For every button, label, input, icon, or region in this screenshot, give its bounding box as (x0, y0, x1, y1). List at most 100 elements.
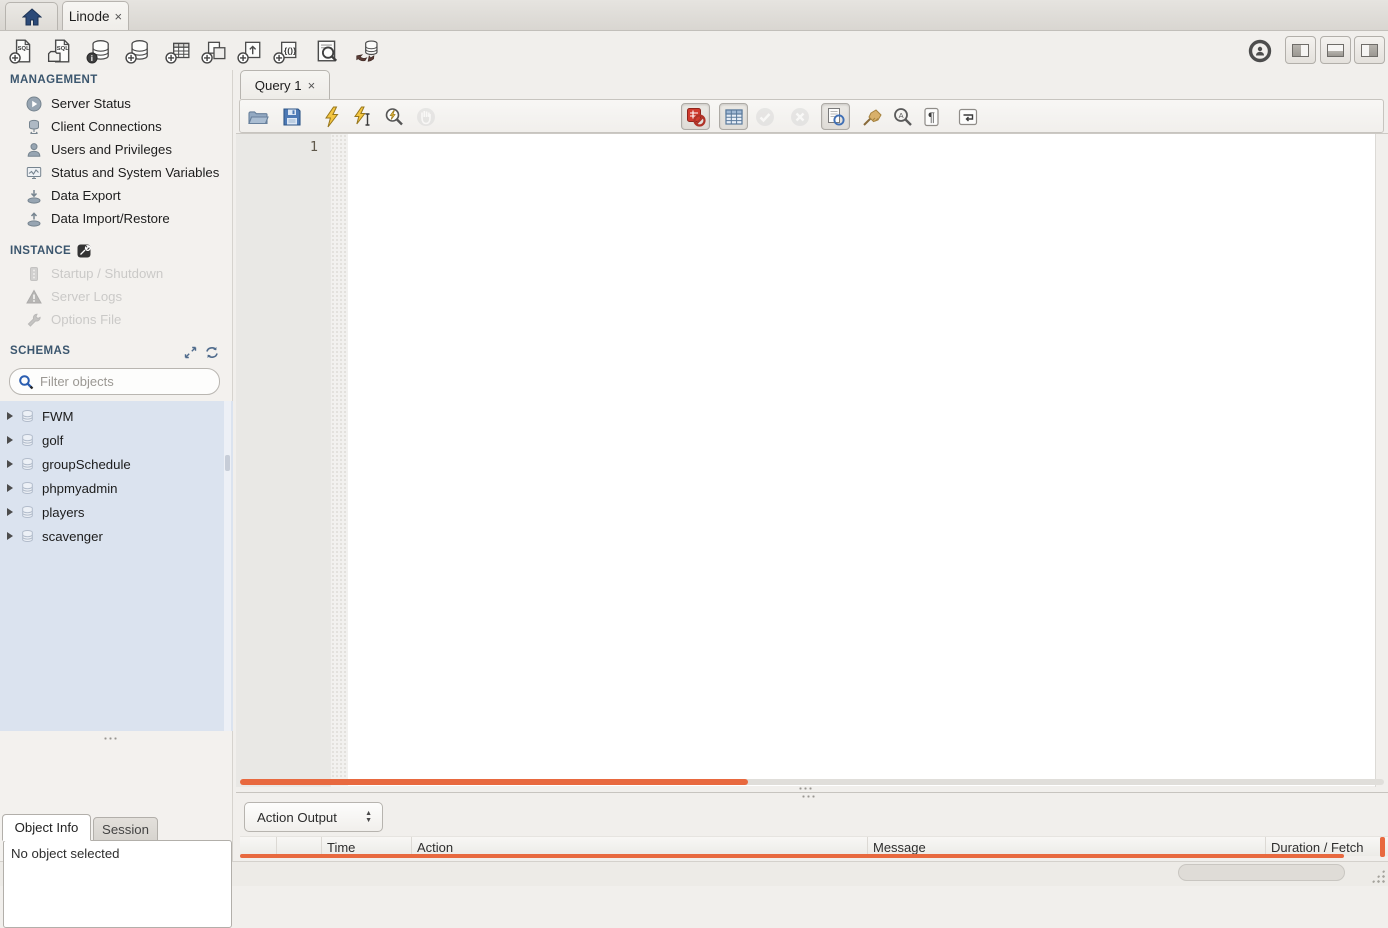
schema-icon (20, 529, 35, 544)
sql-editor[interactable]: 1 (236, 133, 1388, 786)
expander-icon[interactable] (7, 532, 13, 540)
schema-node-golf[interactable]: golf (0, 428, 233, 452)
open-file-button[interactable] (246, 106, 270, 128)
refresh-icon[interactable] (205, 346, 219, 359)
toggle-stop-on-error-button[interactable] (681, 103, 710, 130)
users-icon (26, 142, 42, 158)
tab-session[interactable]: Session (93, 817, 158, 841)
sidebar-item-label: Data Export (51, 188, 121, 203)
user-badge-icon[interactable] (1245, 36, 1275, 66)
sync-database-button[interactable] (352, 36, 382, 66)
scrollbar-thumb[interactable] (240, 779, 748, 785)
sidebar-item-label: Server Status (51, 96, 131, 111)
editor-horizontal-scrollbar[interactable] (240, 779, 1384, 785)
sidebar-item-label: Options File (51, 312, 121, 327)
schema-name: players (42, 505, 85, 520)
sidebar-item-label: Client Connections (51, 119, 162, 134)
main-toolbar: SQL SQL i {()} (0, 31, 1388, 70)
sidebar-item-data-export[interactable]: Data Export (0, 184, 233, 207)
save-button[interactable] (280, 106, 304, 128)
limit-rows-button[interactable] (719, 103, 748, 130)
sidebar-item-label: Status and System Variables (51, 165, 219, 180)
expander-icon[interactable] (7, 508, 13, 516)
client-connections-icon (26, 119, 42, 135)
expander-icon[interactable] (7, 460, 13, 468)
sidebar-item-data-import[interactable]: Data Import/Restore (0, 207, 233, 230)
schema-node-fwm[interactable]: FWM (0, 404, 233, 428)
toggle-word-wrap-button[interactable] (956, 106, 980, 128)
connection-tab[interactable]: Linode × (62, 1, 129, 30)
expander-icon[interactable] (7, 436, 13, 444)
editor-vertical-scrollbar[interactable] (1375, 134, 1388, 787)
spinner-arrows-icon: ▲▼ (365, 811, 372, 824)
output-selector-value: Action Output (257, 810, 337, 825)
output-splitter-handle-2[interactable] (801, 794, 815, 799)
execute-button[interactable] (320, 106, 344, 128)
output-selector[interactable]: Action Output ▲▼ (244, 802, 383, 832)
sidebar-item-options-file[interactable]: Options File (0, 308, 233, 331)
search-table-data-button[interactable] (312, 36, 342, 66)
schema-icon (20, 481, 35, 496)
schema-filter-input[interactable] (40, 374, 200, 389)
expand-icon[interactable] (184, 346, 197, 359)
toggle-right-panel-button[interactable] (1354, 36, 1385, 64)
open-sql-script-button[interactable]: SQL (45, 36, 75, 66)
schema-icon (20, 433, 35, 448)
output-splitter-handle[interactable] (798, 786, 812, 791)
bottom-panel-icon (1327, 44, 1344, 57)
schema-node-phpmyadmin[interactable]: phpmyadmin (0, 476, 233, 500)
rollback-button[interactable] (788, 106, 812, 128)
schema-node-players[interactable]: players (0, 500, 233, 524)
corner-scrollbar-thumb[interactable] (1178, 864, 1345, 881)
schema-node-scavenger[interactable]: scavenger (0, 524, 233, 548)
sidebar-item-users-privileges[interactable]: Users and Privileges (0, 138, 233, 161)
schema-name: groupSchedule (42, 457, 131, 472)
execute-current-statement-button[interactable] (350, 106, 374, 128)
create-procedure-button[interactable] (235, 36, 265, 66)
schema-tree: FWM golf groupSchedule phpmyadmin player… (0, 401, 233, 731)
create-view-button[interactable] (199, 36, 229, 66)
schema-tree-scrollbar[interactable] (224, 401, 231, 731)
toggle-left-panel-button[interactable] (1285, 36, 1316, 64)
stop-button[interactable] (414, 106, 438, 128)
home-tab[interactable] (5, 2, 58, 30)
beautify-button[interactable] (860, 106, 884, 128)
instance-section-title: INSTANCE (10, 244, 91, 258)
create-table-button[interactable] (163, 36, 193, 66)
sidebar-item-server-logs[interactable]: Server Logs (0, 285, 233, 308)
toggle-output-panel-button[interactable] (1320, 36, 1351, 64)
commit-button[interactable] (753, 106, 777, 128)
splitter-line (236, 792, 1388, 793)
sidebar-item-status-variables[interactable]: Status and System Variables (0, 161, 233, 184)
server-status-icon (26, 96, 42, 112)
toggle-autocommit-button[interactable] (821, 103, 850, 130)
tab-query-1[interactable]: Query 1 × (240, 70, 330, 99)
close-icon[interactable]: × (308, 79, 316, 92)
sidebar-splitter-handle[interactable] (103, 736, 117, 741)
tab-object-info[interactable]: Object Info (2, 814, 91, 841)
schema-inspector-button[interactable]: i (84, 36, 114, 66)
close-icon[interactable]: × (114, 10, 122, 23)
code-folding-margin (331, 134, 348, 787)
output-vertical-scrollbar[interactable] (1380, 837, 1385, 857)
management-section-title: MANAGEMENT (10, 74, 98, 86)
sidebar-item-client-connections[interactable]: Client Connections (0, 115, 233, 138)
explain-plan-button[interactable] (382, 106, 406, 128)
options-file-icon (26, 312, 42, 328)
create-function-button[interactable]: {()} (271, 36, 301, 66)
new-sql-tab-button[interactable]: SQL (7, 36, 37, 66)
create-schema-button[interactable] (123, 36, 153, 66)
sidebar-item-server-status[interactable]: Server Status (0, 92, 233, 115)
output-horizontal-scrollbar[interactable] (240, 854, 1344, 858)
expander-icon[interactable] (7, 412, 13, 420)
schema-filter[interactable] (9, 368, 220, 395)
toggle-invisible-chars-button[interactable]: ¶ (921, 106, 945, 128)
svg-text:i: i (91, 54, 93, 63)
expander-icon[interactable] (7, 484, 13, 492)
startup-shutdown-icon (26, 266, 42, 282)
sidebar-item-startup-shutdown[interactable]: Startup / Shutdown (0, 262, 233, 285)
line-number: 1 (236, 139, 318, 155)
sidebar-item-label: Server Logs (51, 289, 122, 304)
find-button[interactable]: A (891, 106, 915, 128)
schema-node-groupschedule[interactable]: groupSchedule (0, 452, 233, 476)
